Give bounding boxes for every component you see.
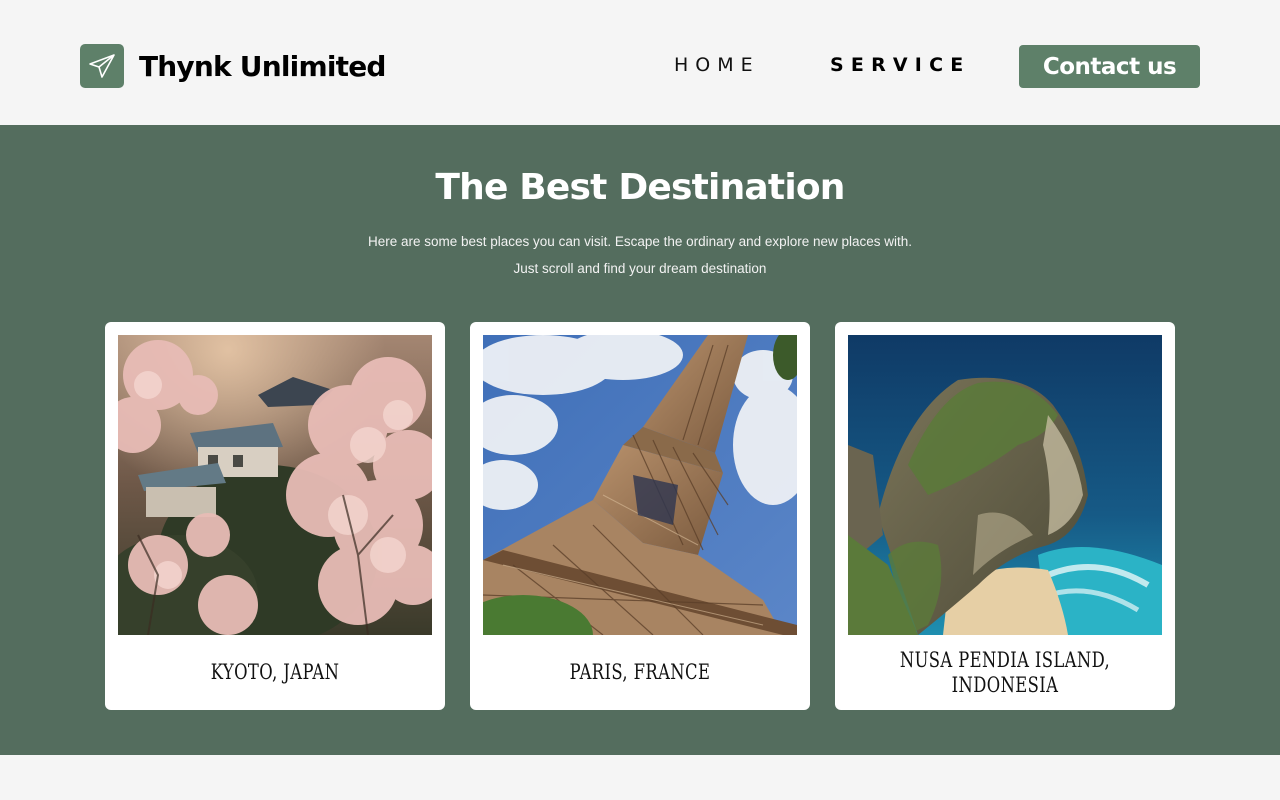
contact-us-button[interactable]: Contact us: [1019, 45, 1200, 88]
site-header: Thynk Unlimited HOME SERVICE Contact us: [0, 0, 1280, 125]
destination-name: KYOTO, JAPAN: [210, 660, 340, 684]
destination-card-nusa-penida[interactable]: NUSA PENDIA ISLAND, INDONESIA: [835, 322, 1175, 710]
destination-card-kyoto[interactable]: KYOTO, JAPAN: [105, 322, 445, 710]
eiffel-tower-photo: [483, 335, 797, 635]
nav-service-link[interactable]: SERVICE: [830, 54, 970, 76]
section-description: Here are some best places you can visit.…: [0, 228, 1280, 282]
section-description-line-1: Here are some best places you can visit.…: [367, 234, 913, 249]
section-description-line-2: Just scroll and find your dream destinat…: [513, 261, 767, 276]
brand[interactable]: Thynk Unlimited: [80, 44, 386, 88]
best-destination-section: The Best Destination Here are some best …: [0, 125, 1280, 755]
brand-name: Thynk Unlimited: [139, 49, 386, 83]
destination-name: PARIS, FRANCE: [569, 660, 711, 684]
paper-plane-icon: [80, 44, 124, 88]
cherry-blossom-house-photo: [118, 335, 432, 635]
section-title: The Best Destination: [435, 167, 845, 208]
destination-name-line-2: INDONESIA: [951, 672, 1059, 697]
cliff-beach-photo: [848, 335, 1162, 635]
page-footer-strip: [0, 755, 1280, 800]
destination-name: NUSA PENDIA ISLAND, INDONESIA: [872, 635, 1137, 710]
destination-card-paris[interactable]: PARIS, FRANCE: [470, 322, 810, 710]
destination-name-line-1: NUSA PENDIA ISLAND,: [899, 647, 1111, 672]
nav-home-link[interactable]: HOME: [674, 54, 760, 76]
